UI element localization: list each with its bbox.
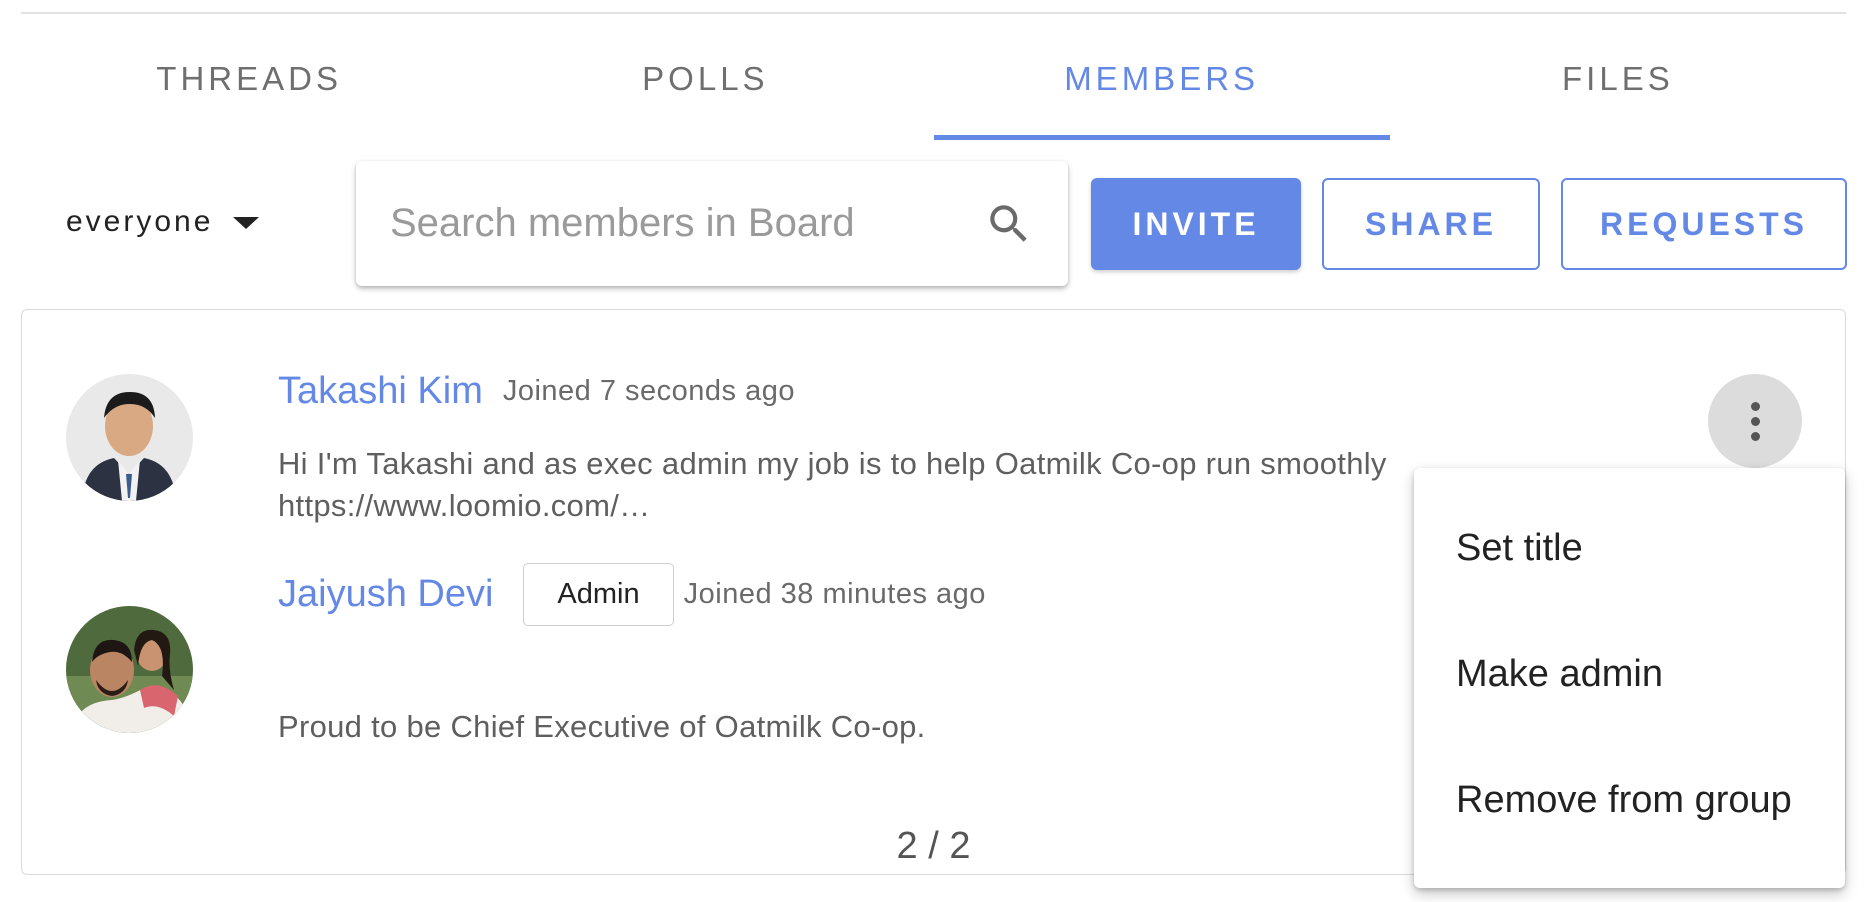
more-vertical-icon-dot — [1750, 431, 1760, 441]
tab-polls[interactable]: POLLS — [477, 40, 933, 140]
tab-files[interactable]: FILES — [1390, 40, 1846, 140]
menu-item-remove-from-group[interactable]: Remove from group — [1414, 737, 1845, 863]
tab-threads[interactable]: THREADS — [21, 40, 477, 140]
requests-button[interactable]: REQUESTS — [1561, 178, 1847, 270]
more-vertical-icon — [1750, 401, 1760, 411]
member-joined-time: Joined 7 seconds ago — [502, 375, 795, 407]
search-box — [356, 161, 1068, 286]
tab-members[interactable]: MEMBERS — [933, 40, 1391, 140]
more-vertical-icon-dot — [1750, 416, 1760, 426]
member-name[interactable]: Takashi Kim — [278, 370, 483, 413]
tab-bar: THREADS POLLS MEMBERS FILES — [21, 40, 1846, 140]
menu-item-make-admin[interactable]: Make admin — [1414, 611, 1845, 737]
avatar[interactable] — [66, 374, 193, 501]
member-actions-button[interactable] — [1708, 374, 1802, 468]
admin-badge: Admin — [523, 563, 674, 626]
search-input[interactable] — [388, 200, 984, 247]
member-filter-dropdown[interactable]: everyone — [66, 205, 260, 239]
member-joined-time: Joined 38 minutes ago — [683, 578, 986, 610]
search-icon[interactable] — [984, 199, 1034, 249]
member-bio: Hi I'm Takashi and as exec admin my job … — [278, 446, 1387, 523]
filter-selected-value: everyone — [66, 205, 214, 238]
caret-down-icon — [233, 217, 260, 229]
top-divider — [21, 12, 1846, 14]
avatar[interactable] — [66, 606, 193, 733]
share-button[interactable]: SHARE — [1322, 178, 1540, 270]
member-name[interactable]: Jaiyush Devi — [278, 573, 493, 616]
invite-button[interactable]: INVITE — [1091, 178, 1301, 270]
menu-item-set-title[interactable]: Set title — [1414, 485, 1845, 611]
member-bio: Proud to be Chief Executive of Oatmilk C… — [278, 709, 926, 744]
member-context-menu: Set title Make admin Remove from group — [1414, 468, 1845, 888]
